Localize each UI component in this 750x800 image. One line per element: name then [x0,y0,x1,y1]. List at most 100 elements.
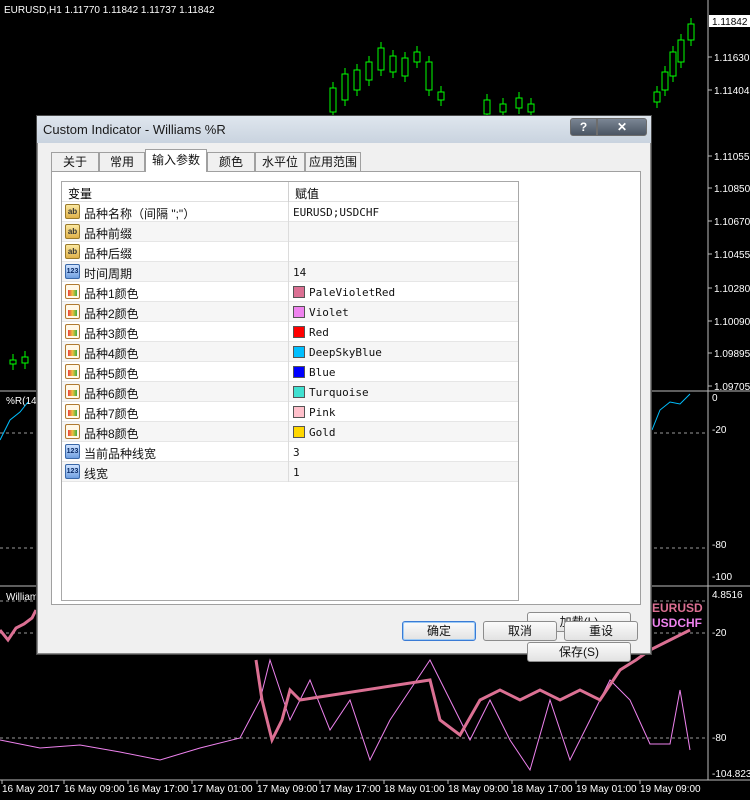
row-divider [288,422,289,442]
param-value[interactable]: DeepSkyBlue [309,346,382,359]
candle-body [677,39,685,63]
help-button[interactable]: ? [570,118,597,136]
row-divider [288,462,289,482]
row-divider [288,382,289,402]
param-row[interactable]: 品种3颜色 Red [62,322,518,342]
param-name: 品种5颜色 [84,367,139,381]
param-row[interactable]: ab 品种名称（间隔 ";"） EURUSD;USDCHF [62,202,518,222]
param-name: 当前品种线宽 [84,447,157,461]
string-param-icon: ab [65,224,80,239]
param-value[interactable]: 14 [293,266,306,279]
row-divider [288,442,289,462]
param-value[interactable]: EURUSD;USDCHF [293,206,379,219]
params-grid: 变量 赋值 ab 品种名称（间隔 ";"） EURUSD;USDCHF ab 品种前缀 a… [61,181,519,601]
candle-body [377,47,385,71]
param-value[interactable]: 3 [293,446,300,459]
param-row[interactable]: 品种2颜色 Violet [62,302,518,322]
color-swatch[interactable] [293,306,305,318]
column-divider[interactable] [288,182,289,202]
param-name: 时间周期 [84,267,133,281]
price-tick-label: 1.09895 [714,349,750,360]
tab-about[interactable]: 关于 [51,152,99,171]
price-tick-label: 1.10670 [714,217,750,228]
color-swatch[interactable] [293,406,305,418]
param-row[interactable]: 品种1颜色 PaleVioletRed [62,282,518,302]
param-row[interactable]: 品种4颜色 DeepSkyBlue [62,342,518,362]
param-value[interactable]: Red [309,326,329,339]
param-row[interactable]: 123 时间周期 14 [62,262,518,282]
number-param-icon: 123 [65,444,80,459]
param-value[interactable]: Turquoise [309,386,369,399]
time-tick-label: 17 May 17:00 [320,784,381,795]
param-row[interactable]: 123 线宽 1 [62,462,518,482]
color-swatch[interactable] [293,346,305,358]
candle-body [329,87,337,113]
row-divider [288,362,289,382]
param-value[interactable]: 1 [293,466,300,479]
dialog-titlebar[interactable]: Custom Indicator - Williams %R ? ✕ [37,116,651,143]
legend-eurusd: EURUSD [652,601,703,615]
tab-levels[interactable]: 水平位 [255,152,305,171]
sub1-tick-label: -80 [712,540,727,551]
param-value[interactable]: PaleVioletRed [309,286,395,299]
tab-inputs[interactable]: 输入参数 [145,149,207,172]
color-param-icon [65,324,80,339]
sub2-tick-label: -80 [712,733,727,744]
candle-body [483,99,491,115]
string-param-icon: ab [65,244,80,259]
color-swatch[interactable] [293,286,305,298]
price-tick-label: 1.11055 [714,152,750,163]
dialog-title: Custom Indicator - Williams %R [43,122,226,137]
column-value[interactable]: 赋值 [295,185,319,202]
candle-body [353,69,361,91]
param-row[interactable]: 品种8颜色 Gold [62,422,518,442]
time-tick-label: 19 May 01:00 [576,784,637,795]
color-swatch[interactable] [293,326,305,338]
candle-body [365,61,373,81]
color-swatch[interactable] [293,386,305,398]
current-price-label: 1.11842 [712,17,748,28]
inputs-panel: 变量 赋值 ab 品种名称（间隔 ";"） EURUSD;USDCHF ab 品种前缀 a… [51,171,641,662]
row-divider [288,242,289,262]
color-param-icon [65,344,80,359]
tab-common[interactable]: 常用 [99,152,145,171]
column-variable[interactable]: 变量 [68,185,92,202]
time-tick-label: 16 May 2017 [2,784,60,795]
param-row[interactable]: 品种6颜色 Turquoise [62,382,518,402]
series-line-usdchf [0,658,691,772]
param-name: 品种7颜色 [84,407,139,421]
close-button[interactable]: ✕ [597,118,647,136]
param-value[interactable]: Violet [309,306,349,319]
time-tick-label: 18 May 01:00 [384,784,445,795]
row-divider [288,322,289,342]
indicator-dialog: Custom Indicator - Williams %R ? ✕ 关于 常用… [36,115,652,662]
param-row[interactable]: 123 当前品种线宽 3 [62,442,518,462]
candle-body [413,51,421,63]
save-button[interactable]: 保存(S) [527,642,631,662]
param-value[interactable]: Blue [309,366,336,379]
param-name: 品种2颜色 [84,307,139,321]
time-tick-label: 16 May 09:00 [64,784,125,795]
color-swatch[interactable] [293,426,305,438]
param-value[interactable]: Pink [309,406,336,419]
ok-button[interactable]: 确定 [402,621,476,641]
param-row[interactable]: 品种5颜色 Blue [62,362,518,382]
param-value[interactable]: Gold [309,426,336,439]
color-swatch[interactable] [293,366,305,378]
sub1-tick-label: -20 [712,425,727,436]
cancel-button[interactable]: 取消 [483,621,557,641]
param-row[interactable]: ab 品种后缀 [62,242,518,262]
grid-header: 变量 赋值 [62,182,518,202]
row-divider [288,282,289,302]
param-row[interactable]: 品种7颜色 Pink [62,402,518,422]
tab-colors[interactable]: 颜色 [207,152,255,171]
param-name: 品种3颜色 [84,327,139,341]
sub1-label: %R(14) [6,396,40,407]
candle-body [425,61,433,91]
reset-button[interactable]: 重设 [564,621,638,641]
candle-body [687,23,695,41]
tab-visualization[interactable]: 应用范围 [305,152,361,171]
param-row[interactable]: ab 品种前缀 [62,222,518,242]
price-tick-label: 1.09705 [714,382,750,393]
sub2-tick-label: -104.8233 [712,769,750,780]
